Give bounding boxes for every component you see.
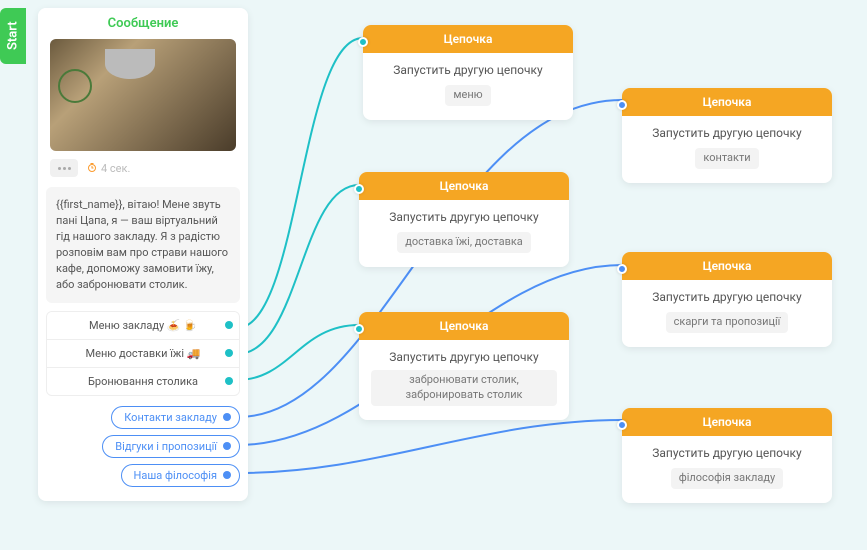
pill-list: Контакти закладу Відгуки і пропозиції На… (38, 406, 248, 487)
timer-badge: 4 сек. (86, 162, 130, 175)
chain-action-label: Запустить другую цепочку (634, 126, 820, 140)
connector-out-dot[interactable] (223, 442, 231, 450)
option-label: Меню доставки їжі 🚚 (86, 347, 201, 360)
chain-header: Цепочка (363, 25, 573, 53)
option-menu[interactable]: Меню закладу 🍝 🍺 (47, 312, 239, 340)
chain-value: меню (445, 85, 490, 106)
connector-in-dot[interactable] (617, 420, 627, 430)
chain-action-label: Запустить другую цепочку (634, 446, 820, 460)
connector-out-dot[interactable] (225, 321, 233, 329)
chain-action-label: Запустить другую цепочку (371, 350, 557, 364)
chain-action-label: Запустить другую цепочку (375, 63, 561, 77)
more-icon[interactable] (50, 159, 78, 177)
chain-action-label: Запустить другую цепочку (634, 290, 820, 304)
chain-card-booking[interactable]: Цепочка Запустить другую цепочку заброню… (359, 312, 569, 420)
chain-value: скарги та пропозиції (666, 312, 789, 333)
connector-out-dot[interactable] (223, 413, 231, 421)
chain-card-contacts[interactable]: Цепочка Запустить другую цепочку контакт… (622, 88, 832, 183)
chain-value: доставка їжі, доставка (397, 232, 531, 253)
message-meta: 4 сек. (38, 151, 248, 183)
chain-value: філософія закладу (671, 468, 783, 489)
option-label: Бронювання столика (88, 375, 198, 388)
chain-header: Цепочка (359, 312, 569, 340)
chain-value: контакти (695, 148, 758, 169)
flow-canvas[interactable]: Start Сообщение 4 сек. {{first_name}}, в… (0, 0, 867, 550)
chain-value: забронювати столик, забронировать столик (371, 370, 557, 406)
connector-in-dot[interactable] (617, 264, 627, 274)
start-tab[interactable]: Start (0, 8, 26, 64)
message-image (50, 39, 236, 151)
chain-card-philosophy[interactable]: Цепочка Запустить другую цепочку філософ… (622, 408, 832, 503)
option-list: Меню закладу 🍝 🍺 Меню доставки їжі 🚚 Бро… (46, 311, 240, 396)
connector-in-dot[interactable] (617, 100, 627, 110)
option-booking[interactable]: Бронювання столика (47, 368, 239, 395)
connector-in-dot[interactable] (354, 324, 364, 334)
stopwatch-icon (86, 162, 98, 174)
pill-label: Відгуки і пропозиції (115, 440, 217, 453)
message-body-text: {{first_name}}, вітаю! Мене звуть пані Ц… (46, 187, 240, 303)
timer-text: 4 сек. (101, 162, 130, 175)
chain-header: Цепочка (359, 172, 569, 200)
connector-in-dot[interactable] (354, 184, 364, 194)
message-header: Сообщение (38, 8, 248, 39)
message-card[interactable]: Сообщение 4 сек. {{first_name}}, вітаю! … (38, 8, 248, 501)
option-delivery[interactable]: Меню доставки їжі 🚚 (47, 340, 239, 368)
option-label: Меню закладу 🍝 🍺 (89, 319, 197, 332)
chain-card-delivery[interactable]: Цепочка Запустить другую цепочку доставк… (359, 172, 569, 267)
pill-philosophy[interactable]: Наша філософія (121, 464, 240, 487)
chain-action-label: Запустить другую цепочку (371, 210, 557, 224)
connector-out-dot[interactable] (223, 471, 231, 479)
connector-out-dot[interactable] (225, 377, 233, 385)
connector-in-dot[interactable] (358, 37, 368, 47)
pill-feedback[interactable]: Відгуки і пропозиції (102, 435, 240, 458)
pill-label: Контакти закладу (124, 411, 217, 424)
chain-header: Цепочка (622, 88, 832, 116)
connector-out-dot[interactable] (225, 349, 233, 357)
chain-card-complaints[interactable]: Цепочка Запустить другую цепочку скарги … (622, 252, 832, 347)
chain-card-menu[interactable]: Цепочка Запустить другую цепочку меню (363, 25, 573, 120)
pill-contacts[interactable]: Контакти закладу (111, 406, 240, 429)
chain-header: Цепочка (622, 408, 832, 436)
pill-label: Наша філософія (134, 469, 217, 482)
chain-header: Цепочка (622, 252, 832, 280)
